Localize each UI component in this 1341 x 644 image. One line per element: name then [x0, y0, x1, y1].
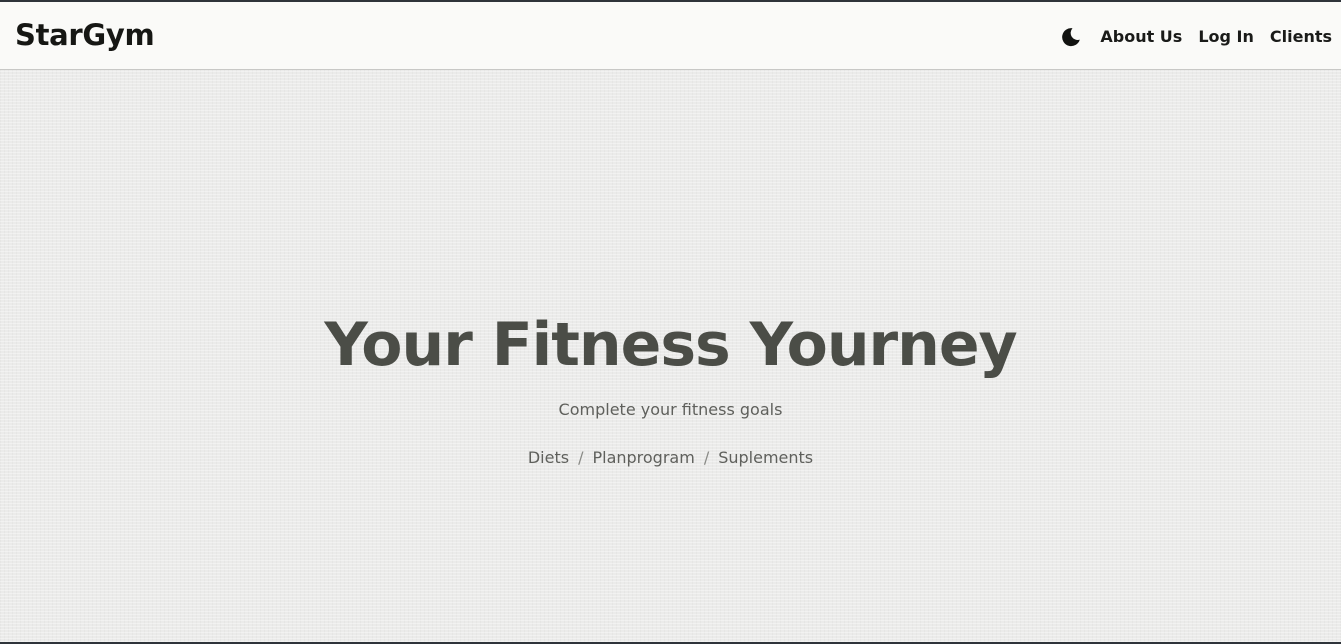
breadcrumb-separator: /: [578, 448, 584, 467]
hero-link-planprogram[interactable]: Planprogram: [592, 447, 694, 469]
moon-icon: [1062, 28, 1081, 47]
nav-menu: About Us Log In Clients: [1060, 24, 1332, 50]
navbar: StarGym About Us Log In Clients: [0, 2, 1341, 70]
breadcrumb-separator: /: [703, 448, 710, 467]
hero-title: Your Fitness Yourney: [324, 310, 1017, 380]
nav-link-about-us[interactable]: About Us: [1100, 24, 1182, 50]
hero-link-diets[interactable]: Diets: [528, 447, 569, 469]
hero-section: Your Fitness Yourney Complete your fitne…: [0, 70, 1341, 642]
brand-logo[interactable]: StarGym: [15, 18, 155, 52]
hero-link-suplements[interactable]: Suplements: [718, 447, 813, 469]
hero-subtitle: Complete your fitness goals: [558, 400, 783, 419]
nav-link-clients[interactable]: Clients: [1270, 24, 1332, 50]
theme-toggle-button[interactable]: [1060, 26, 1082, 48]
nav-link-log-in[interactable]: Log In: [1198, 24, 1254, 50]
page: StarGym About Us Log In Clients Your Fit…: [0, 2, 1341, 642]
hero-links: Diets / Planprogram / Suplements: [0, 447, 1341, 469]
